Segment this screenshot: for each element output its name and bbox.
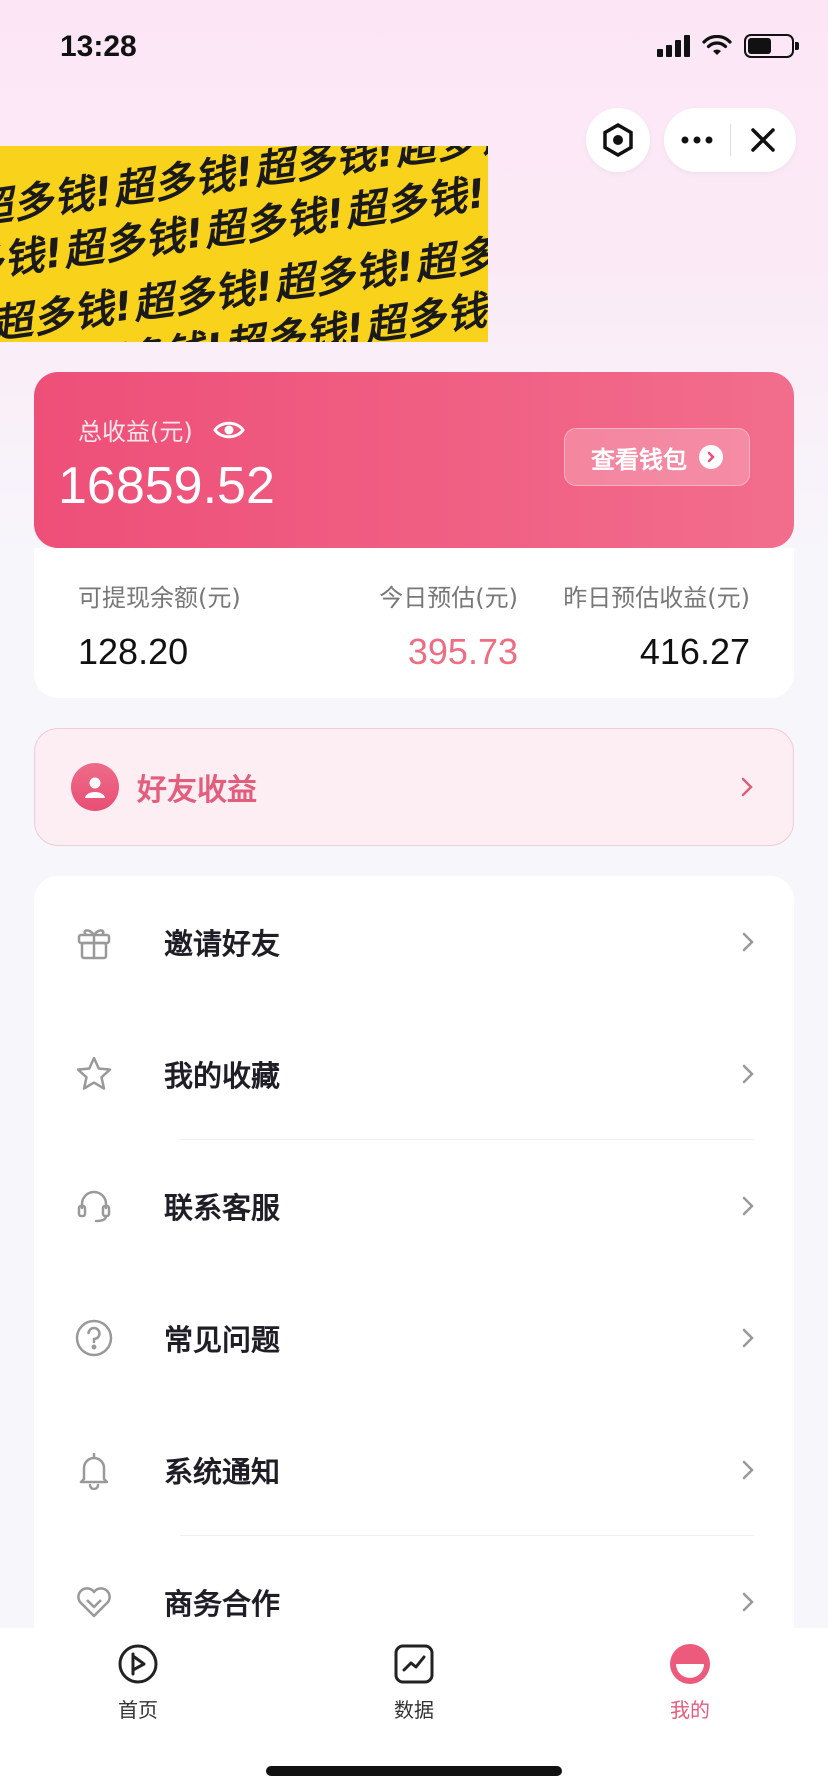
earnings-stats: 可提现余额(元) 128.20 今日预估(元) 395.73 昨日预估收益(元)…: [34, 548, 794, 698]
stat-yesterday-estimate: 昨日预估收益(元) 416.27: [563, 578, 750, 673]
total-earnings-label: 总收益(元): [78, 418, 193, 446]
friend-earnings-row[interactable]: 好友收益: [34, 728, 794, 846]
tab-label: 数据: [394, 1698, 434, 1722]
stat-value: 416.27: [639, 631, 750, 672]
view-wallet-label: 查看钱包: [591, 445, 687, 474]
close-icon: [751, 128, 775, 152]
earnings-card: 总收益(元) 16859.52 查看钱包: [34, 372, 794, 548]
stat-value: 128.20: [78, 631, 189, 672]
more-button[interactable]: [664, 108, 730, 172]
stat-label: 今日预估(元): [379, 584, 518, 612]
wifi-icon: [702, 35, 732, 55]
stat-label: 昨日预估收益(元): [563, 584, 750, 612]
headset-icon: [72, 1184, 116, 1228]
promo-banner[interactable]: 超多钱!超多钱!超多钱!超多钱!超多钱!超多钱! 超多钱!超多钱!超多钱!超多钱…: [0, 146, 488, 342]
chevron-right-icon: [741, 777, 753, 797]
stat-label: 可提现余额(元): [78, 584, 241, 612]
tab-label: 首页: [118, 1698, 158, 1722]
menu-item-label: 联系客服: [164, 1191, 281, 1225]
chevron-right-icon: [742, 1460, 754, 1480]
status-icons: [657, 34, 799, 58]
stat-value: 395.73: [407, 631, 518, 672]
menu-item-label: 我的收藏: [164, 1059, 281, 1093]
star-icon: [72, 1052, 116, 1096]
tab-mine[interactable]: 我的: [630, 1642, 750, 1723]
signal-icon: [657, 35, 690, 57]
target-icon: [603, 123, 633, 157]
chevron-right-icon: [742, 932, 754, 952]
menu-item-label: 邀请好友: [164, 927, 281, 961]
heart-icon: [72, 1580, 116, 1624]
status-time: 13:28: [60, 30, 137, 63]
chart-icon: [394, 1644, 434, 1684]
view-wallet-button[interactable]: 查看钱包: [564, 428, 750, 486]
chevron-right-icon: [742, 1196, 754, 1216]
stat-withdrawable: 可提现余额(元) 128.20: [78, 578, 241, 673]
menu-item-notifications[interactable]: 系统通知: [34, 1404, 794, 1536]
menu-item-favorites[interactable]: 我的收藏: [34, 1008, 794, 1140]
chevron-right-icon: [742, 1328, 754, 1348]
close-button[interactable]: [731, 108, 797, 172]
chevron-right-icon: [742, 1592, 754, 1612]
total-earnings-value: 16859.52: [58, 457, 275, 515]
stat-today-estimate: 今日预估(元) 395.73: [340, 578, 518, 673]
question-icon: [72, 1316, 116, 1360]
menu-item-label: 商务合作: [164, 1587, 281, 1621]
menu-item-label: 常见问题: [164, 1323, 281, 1357]
home-indicator: [266, 1766, 562, 1776]
battery-icon: [744, 34, 799, 58]
menu-item-business[interactable]: 商务合作: [34, 1536, 794, 1636]
arrow-right-circle-icon: [699, 445, 723, 469]
eye-icon[interactable]: [212, 419, 245, 441]
menu-item-faq[interactable]: 常见问题: [34, 1272, 794, 1404]
menu-list: 邀请好友 我的收藏 联系客服 常见问题 系统通知 商务合作: [34, 876, 794, 1636]
tab-home[interactable]: 首页: [78, 1642, 198, 1723]
user-icon: [71, 763, 119, 811]
home-play-icon: [118, 1644, 158, 1684]
gift-icon: [72, 920, 116, 964]
more-icon: [681, 136, 713, 144]
capsule-menu: [664, 108, 796, 172]
tab-label: 我的: [670, 1698, 710, 1722]
profile-icon: [670, 1644, 710, 1684]
menu-item-label: 系统通知: [164, 1455, 281, 1489]
bell-icon: [72, 1448, 116, 1492]
chevron-right-icon: [742, 1064, 754, 1084]
target-button[interactable]: [586, 108, 650, 172]
menu-item-invite[interactable]: 邀请好友: [34, 876, 794, 1008]
tab-data[interactable]: 数据: [354, 1642, 474, 1723]
menu-item-customer-service[interactable]: 联系客服: [34, 1140, 794, 1272]
friend-earnings-label: 好友收益: [137, 773, 257, 808]
